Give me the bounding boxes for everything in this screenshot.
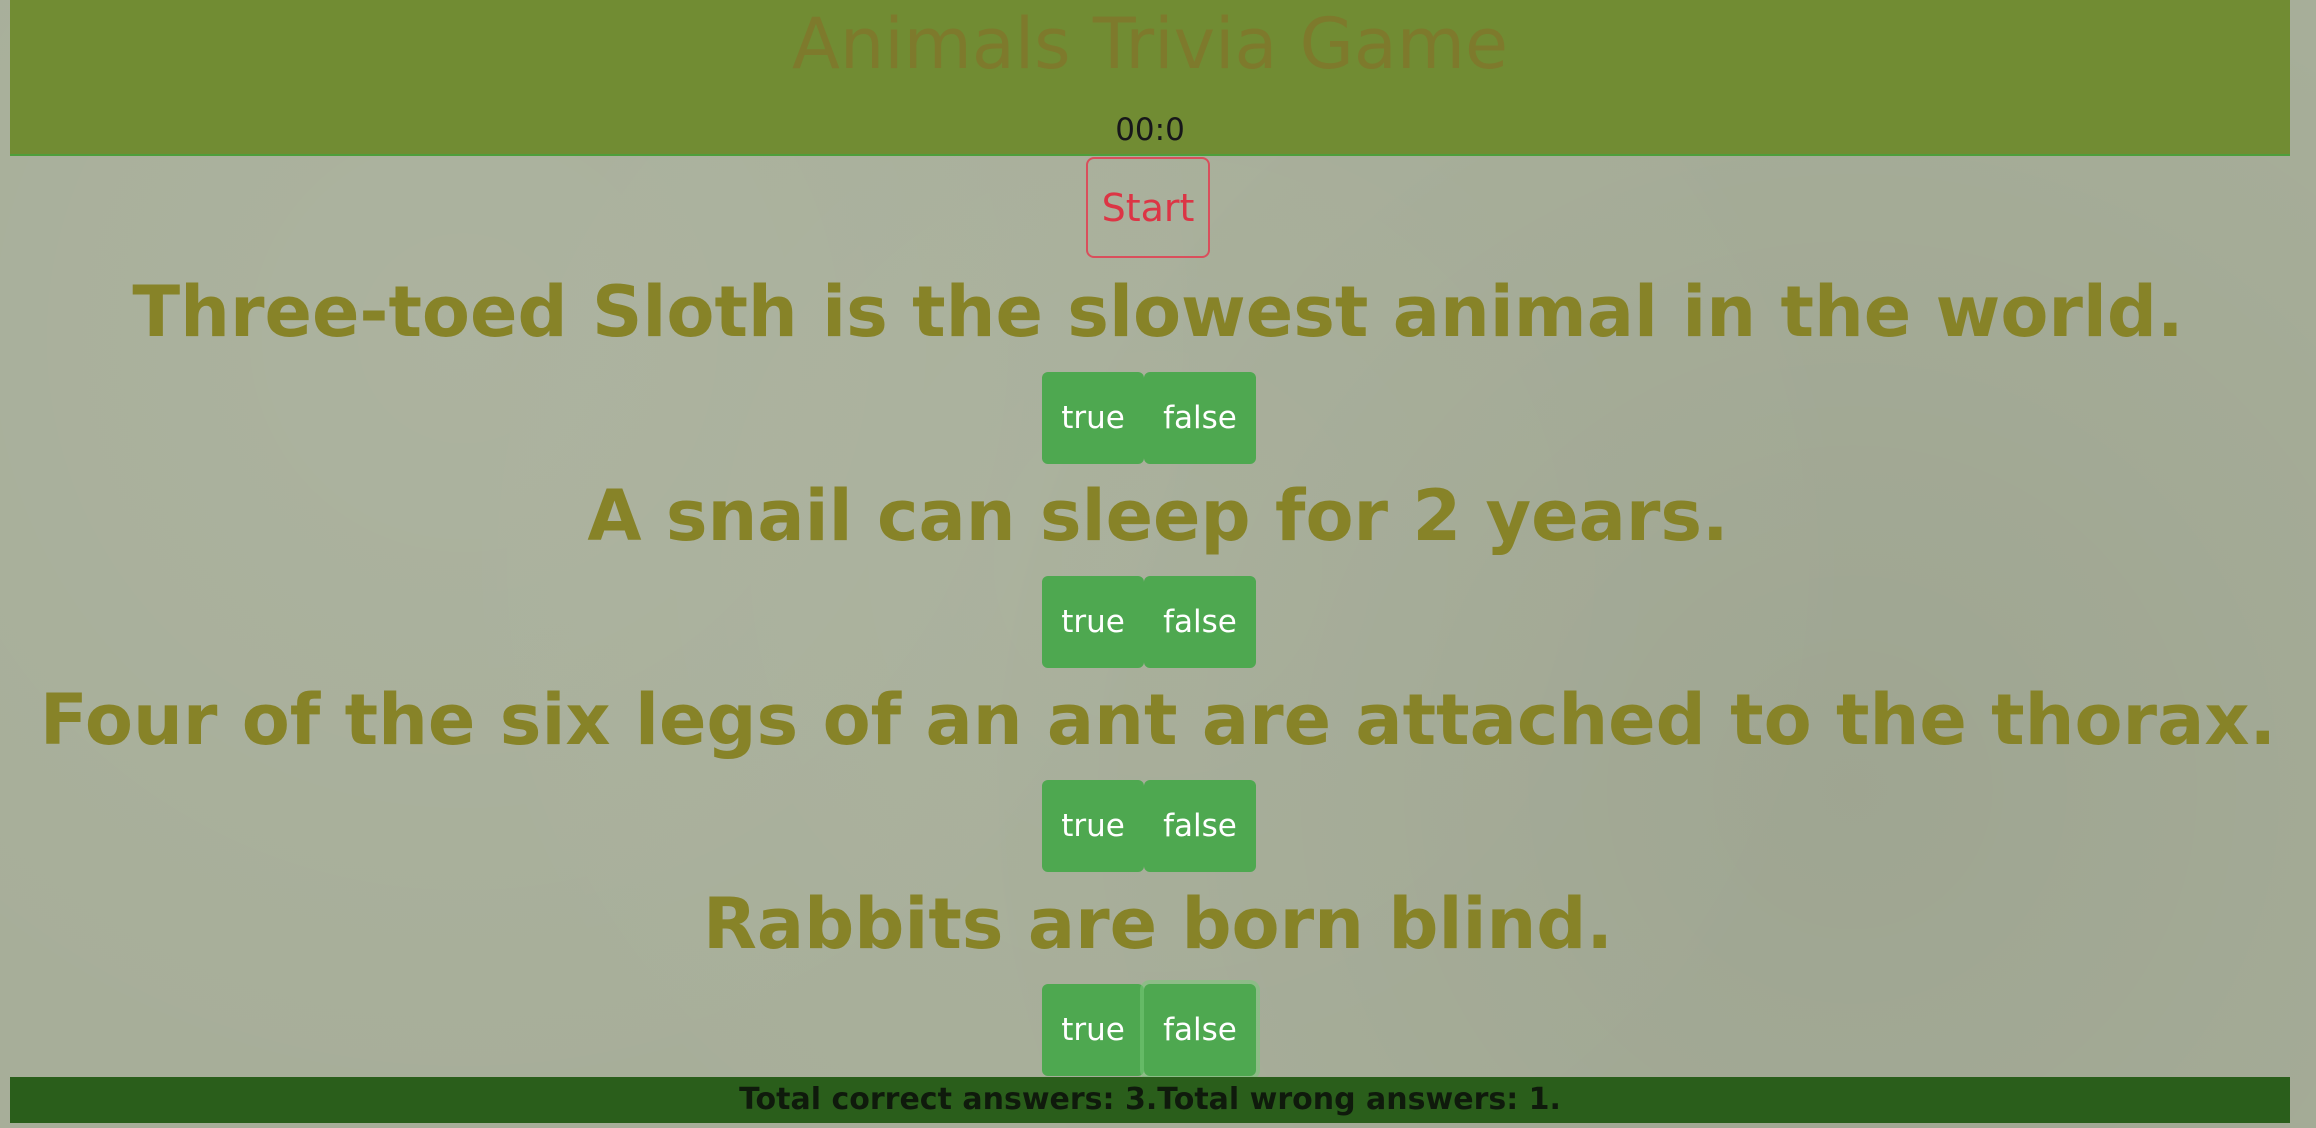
question-3-text: Four of the six legs of an ant are attac… <box>39 679 2277 761</box>
question-4-true-button[interactable]: true <box>1042 984 1144 1076</box>
question-1-true-button[interactable]: true <box>1042 372 1144 464</box>
game-timer: 00:0 <box>1115 112 1185 148</box>
score-summary: Total correct answers: 3.Total wrong ans… <box>10 1077 2290 1123</box>
question-2-answers: true false <box>1042 576 1256 668</box>
question-3-answers: true false <box>1042 780 1256 872</box>
question-4-text: Rabbits are born blind. <box>703 883 1613 965</box>
question-4-answers: true false <box>1042 984 1256 1076</box>
question-1-text: Three-toed Sloth is the slowest animal i… <box>132 271 2184 353</box>
start-button[interactable]: Start <box>1086 157 1210 258</box>
question-4-false-button[interactable]: false <box>1144 984 1256 1076</box>
question-1-answers: true false <box>1042 372 1256 464</box>
question-1-false-button[interactable]: false <box>1144 372 1256 464</box>
question-2-text: A snail can sleep for 2 years. <box>587 475 1729 557</box>
question-3-true-button[interactable]: true <box>1042 780 1144 872</box>
question-2-true-button[interactable]: true <box>1042 576 1144 668</box>
game-header: Animals Trivia Game 00:0 <box>10 0 2290 156</box>
question-3-false-button[interactable]: false <box>1144 780 1256 872</box>
question-2-false-button[interactable]: false <box>1144 576 1256 668</box>
game-title: Animals Trivia Game <box>791 3 1509 85</box>
